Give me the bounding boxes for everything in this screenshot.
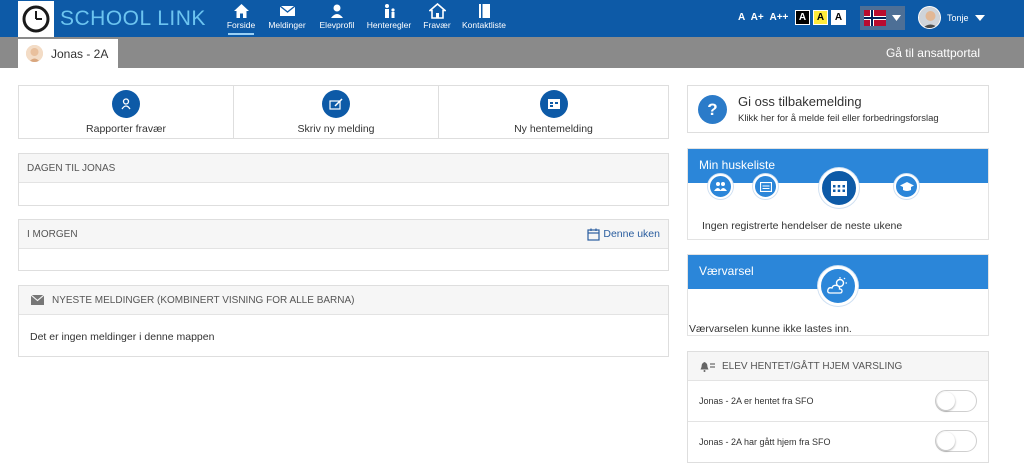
todo-empty-text: Ingen registrerte hendelser de neste uke…: [702, 220, 903, 232]
feedback-subtitle: Klikk her for å melde feil eller forbedr…: [738, 113, 939, 124]
bell-icon: [700, 361, 715, 372]
clock-logo-icon: [18, 0, 54, 37]
home-icon: [233, 4, 249, 18]
went-home-toggle[interactable]: [935, 430, 977, 452]
nav-label: Meldinger: [268, 20, 306, 30]
student-profile-icon: [330, 4, 343, 18]
tomorrow-panel-header: I MORGEN Denne uken: [19, 220, 668, 249]
pickup-notification-panel: ELEV HENTET/GÅTT HJEM VARSLING Jonas - 2…: [687, 351, 989, 463]
nav-label: Henteregler: [366, 20, 412, 30]
nav-label: Kontaktliste: [462, 20, 506, 30]
contrast-yellow-button[interactable]: A: [813, 10, 828, 25]
chevron-down-icon: [974, 14, 985, 21]
action-label: Rapporter fravær: [86, 122, 166, 135]
graduation-cap-icon[interactable]: [894, 174, 919, 199]
weather-panel: Værvarsel Værvarselen kunne ikke lastes …: [687, 254, 989, 336]
latest-messages-title: NYESTE MELDINGER (KOMBINERT VISNING FOR …: [52, 294, 355, 306]
this-week-link[interactable]: Denne uken: [587, 228, 660, 241]
latest-messages-header: NYESTE MELDINGER (KOMBINERT VISNING FOR …: [19, 286, 668, 315]
nav-item-fravaer[interactable]: Fravær: [418, 0, 456, 37]
pickup-notification-title: ELEV HENTET/GÅTT HJEM VARSLING: [722, 360, 903, 372]
font-size-normal-button[interactable]: A: [738, 12, 745, 23]
toggle-knob: [937, 432, 955, 450]
brand-name: SCHOOL LINK: [60, 6, 206, 30]
avatar: [918, 6, 941, 29]
calendar-icon: [587, 228, 600, 241]
question-icon: ?: [698, 95, 727, 124]
envelope-icon: [279, 5, 295, 16]
tomorrow-panel: I MORGEN Denne uken: [18, 219, 669, 271]
main-nav: Forside Meldinger Elevprofil Henteregler…: [222, 0, 512, 37]
nav-label: Forside: [226, 20, 256, 30]
child-tab-label: Jonas - 2A: [51, 46, 109, 61]
todo-panel: Min huskeliste Ingen registrerte hendels…: [687, 148, 989, 240]
write-message-button[interactable]: Skriv ny melding: [234, 86, 439, 138]
weather-icon: [818, 266, 858, 306]
today-panel-title: DAGEN TIL JONAS: [19, 154, 668, 183]
staff-portal-link[interactable]: Gå til ansattportal: [886, 46, 980, 60]
pickup-rules-icon: [384, 4, 395, 18]
quick-actions: Rapporter fravær Skriv ny melding Ny hen…: [18, 85, 669, 139]
pickup-row: Jonas - 2A har gått hjem fra SFO: [688, 422, 988, 462]
contrast-black-button[interactable]: A: [795, 10, 810, 25]
picked-up-toggle[interactable]: [935, 390, 977, 412]
envelope-icon: [31, 295, 44, 305]
report-absence-icon: [112, 89, 140, 118]
tomorrow-panel-title: I MORGEN: [27, 228, 78, 240]
user-menu[interactable]: Tonje: [918, 6, 985, 29]
nav-item-henteregler[interactable]: Henteregler: [360, 0, 418, 37]
pickup-message-icon: [539, 89, 568, 118]
today-panel: DAGEN TIL JONAS: [18, 153, 669, 206]
font-size-large-button[interactable]: A+: [751, 12, 764, 23]
nav-item-forside[interactable]: Forside: [222, 0, 260, 37]
this-week-label: Denne uken: [603, 228, 660, 240]
feedback-card[interactable]: ? Gi oss tilbakemelding Klikk her for å …: [687, 85, 989, 133]
chevron-down-icon: [892, 15, 901, 21]
new-pickup-message-button[interactable]: Ny hentemelding: [439, 86, 668, 138]
pickup-row: Jonas - 2A er hentet fra SFO: [688, 381, 988, 422]
child-tab[interactable]: Jonas - 2A: [18, 39, 118, 68]
user-name: Tonje: [947, 12, 969, 23]
people-icon[interactable]: [708, 174, 733, 199]
nav-item-elevprofil[interactable]: Elevprofil: [314, 0, 360, 37]
weather-error-text: Værvarselen kunne ikke lastes inn.: [689, 323, 852, 335]
toggle-knob: [937, 392, 955, 410]
contrast-controls: A A A: [795, 10, 849, 25]
pickup-row-label: Jonas - 2A har gått hjem fra SFO: [699, 437, 831, 447]
child-avatar: [26, 45, 43, 62]
nav-item-meldinger[interactable]: Meldinger: [260, 0, 314, 37]
contrast-white-button[interactable]: A: [831, 10, 846, 25]
report-absence-button[interactable]: Rapporter fravær: [19, 86, 234, 138]
contact-book-icon: [478, 4, 490, 18]
action-label: Skriv ny melding: [297, 122, 375, 135]
feedback-title: Gi oss tilbakemelding: [738, 94, 862, 109]
nav-item-kontaktliste[interactable]: Kontaktliste: [456, 0, 512, 37]
top-navigation-bar: SCHOOL LINK Forside Meldinger Elevprofil…: [0, 0, 1024, 37]
pickup-row-label: Jonas - 2A er hentet fra SFO: [699, 396, 814, 406]
pickup-notification-header: ELEV HENTET/GÅTT HJEM VARSLING: [688, 352, 988, 381]
house-absence-icon: [428, 3, 446, 19]
no-messages-text: Det er ingen meldinger i denne mappen: [30, 331, 215, 343]
action-label: Ny hentemelding: [514, 122, 593, 135]
nav-label: Fravær: [423, 20, 451, 30]
calendar-icon[interactable]: [819, 168, 859, 208]
nav-label: Elevprofil: [319, 20, 355, 30]
language-selector[interactable]: [860, 6, 905, 30]
norway-flag-icon: [864, 10, 886, 26]
newsletter-icon[interactable]: [753, 174, 778, 199]
font-size-xlarge-button[interactable]: A++: [769, 12, 788, 23]
school-link-logo[interactable]: SCHOOL LINK: [18, 0, 206, 37]
latest-messages-panel: NYESTE MELDINGER (KOMBINERT VISNING FOR …: [18, 285, 669, 357]
font-size-controls: A A+ A++: [738, 12, 788, 23]
write-message-icon: [322, 89, 350, 118]
child-selector-bar: Jonas - 2A: [0, 37, 1024, 68]
